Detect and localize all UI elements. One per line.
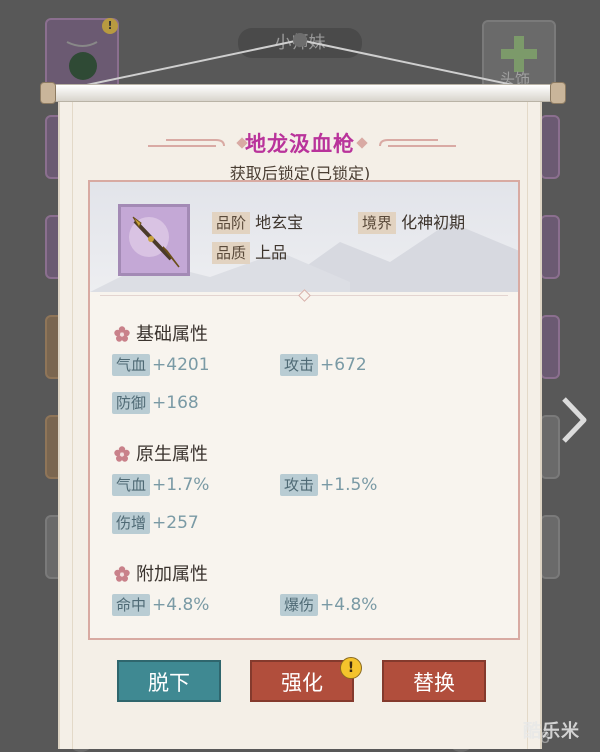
stat-basic-hp: 气血 +4201 xyxy=(112,354,210,376)
stat-value: +4201 xyxy=(152,355,210,375)
stat-value: +1.7% xyxy=(152,475,210,495)
flower-icon xyxy=(114,446,130,462)
stat-value: +168 xyxy=(152,393,199,413)
item-realm: 境界 化神初期 xyxy=(358,212,465,234)
section-title-extra: 附加属性 xyxy=(114,560,208,586)
grade-label: 品阶 xyxy=(212,212,251,234)
spear-icon xyxy=(129,216,180,268)
stat-label: 攻击 xyxy=(280,354,319,376)
stat-innate-hp: 气血 +1.7% xyxy=(112,474,209,496)
remove-button[interactable]: 脱下 xyxy=(117,660,221,702)
enhance-alert-icon: ! xyxy=(340,657,362,679)
equip-slot-right-2[interactable] xyxy=(540,115,560,179)
item-icon-frame[interactable] xyxy=(118,204,190,276)
section-title-innate: 原生属性 xyxy=(114,440,208,466)
quality-value: 上品 xyxy=(255,243,288,262)
enhance-button[interactable]: 强化 xyxy=(250,660,354,702)
section-title-text: 附加属性 xyxy=(136,564,208,585)
scroll-pin xyxy=(293,33,307,47)
item-grade: 品阶 地玄宝 xyxy=(212,212,303,234)
stat-label: 爆伤 xyxy=(280,594,319,616)
item-header-panel: 品阶 地玄宝 境界 化神初期 品质 上品 xyxy=(90,182,518,292)
realm-value: 化神初期 xyxy=(401,213,466,232)
next-arrow-icon[interactable] xyxy=(560,395,590,445)
section-title-text: 原生属性 xyxy=(136,444,208,465)
stat-extra-hit: 命中 +4.8% xyxy=(112,594,209,616)
equip-slot-right-3[interactable] xyxy=(540,215,560,279)
quality-label: 品质 xyxy=(212,242,251,264)
stat-value: +257 xyxy=(152,513,199,533)
scroll-rod-cap-right xyxy=(550,82,566,104)
scroll-rod-cap-left xyxy=(40,82,56,104)
stat-value: +4.8% xyxy=(320,595,378,615)
equip-slot-right-6[interactable] xyxy=(540,515,560,579)
stat-label: 气血 xyxy=(112,474,151,496)
slot-alert-icon: ! xyxy=(102,18,118,34)
stat-basic-defense: 防御 +168 xyxy=(112,392,199,414)
stat-extra-critdmg: 爆伤 +4.8% xyxy=(280,594,377,616)
scroll-top-rod xyxy=(45,84,561,102)
watermark-logo: 酷乐米 xyxy=(523,721,580,742)
realm-label: 境界 xyxy=(358,212,397,234)
flower-icon xyxy=(114,326,130,342)
stat-value: +1.5% xyxy=(320,475,378,495)
stat-label: 气血 xyxy=(112,354,151,376)
section-title-basic: 基础属性 xyxy=(114,320,208,346)
stat-value: +672 xyxy=(320,355,367,375)
item-detail-scroll: 地龙汲血枪 获取后锁定(已锁定) 品阶 地玄宝 境界 化神初期 品质 上品 基础… xyxy=(58,98,542,749)
item-name: 地龙汲血枪 xyxy=(245,132,355,156)
stat-basic-attack: 攻击 +672 xyxy=(280,354,367,376)
item-info-card: 品阶 地玄宝 境界 化神初期 品质 上品 基础属性 气血 +4201 攻击 +672… xyxy=(88,180,520,640)
stat-label: 命中 xyxy=(112,594,151,616)
section-title-text: 基础属性 xyxy=(136,324,208,345)
stat-label: 伤增 xyxy=(112,512,151,534)
equip-slot-right-4[interactable] xyxy=(540,315,560,379)
grade-value: 地玄宝 xyxy=(255,213,304,232)
flower-icon xyxy=(114,566,130,582)
stat-value: +4.8% xyxy=(152,595,210,615)
stat-innate-attack: 攻击 +1.5% xyxy=(280,474,377,496)
equip-slot-right-5[interactable] xyxy=(540,415,560,479)
stat-label: 防御 xyxy=(112,392,151,414)
stat-label: 攻击 xyxy=(280,474,319,496)
item-quality: 品质 上品 xyxy=(212,242,287,264)
stat-innate-damage: 伤增 +257 xyxy=(112,512,199,534)
replace-button[interactable]: 替换 xyxy=(382,660,486,702)
